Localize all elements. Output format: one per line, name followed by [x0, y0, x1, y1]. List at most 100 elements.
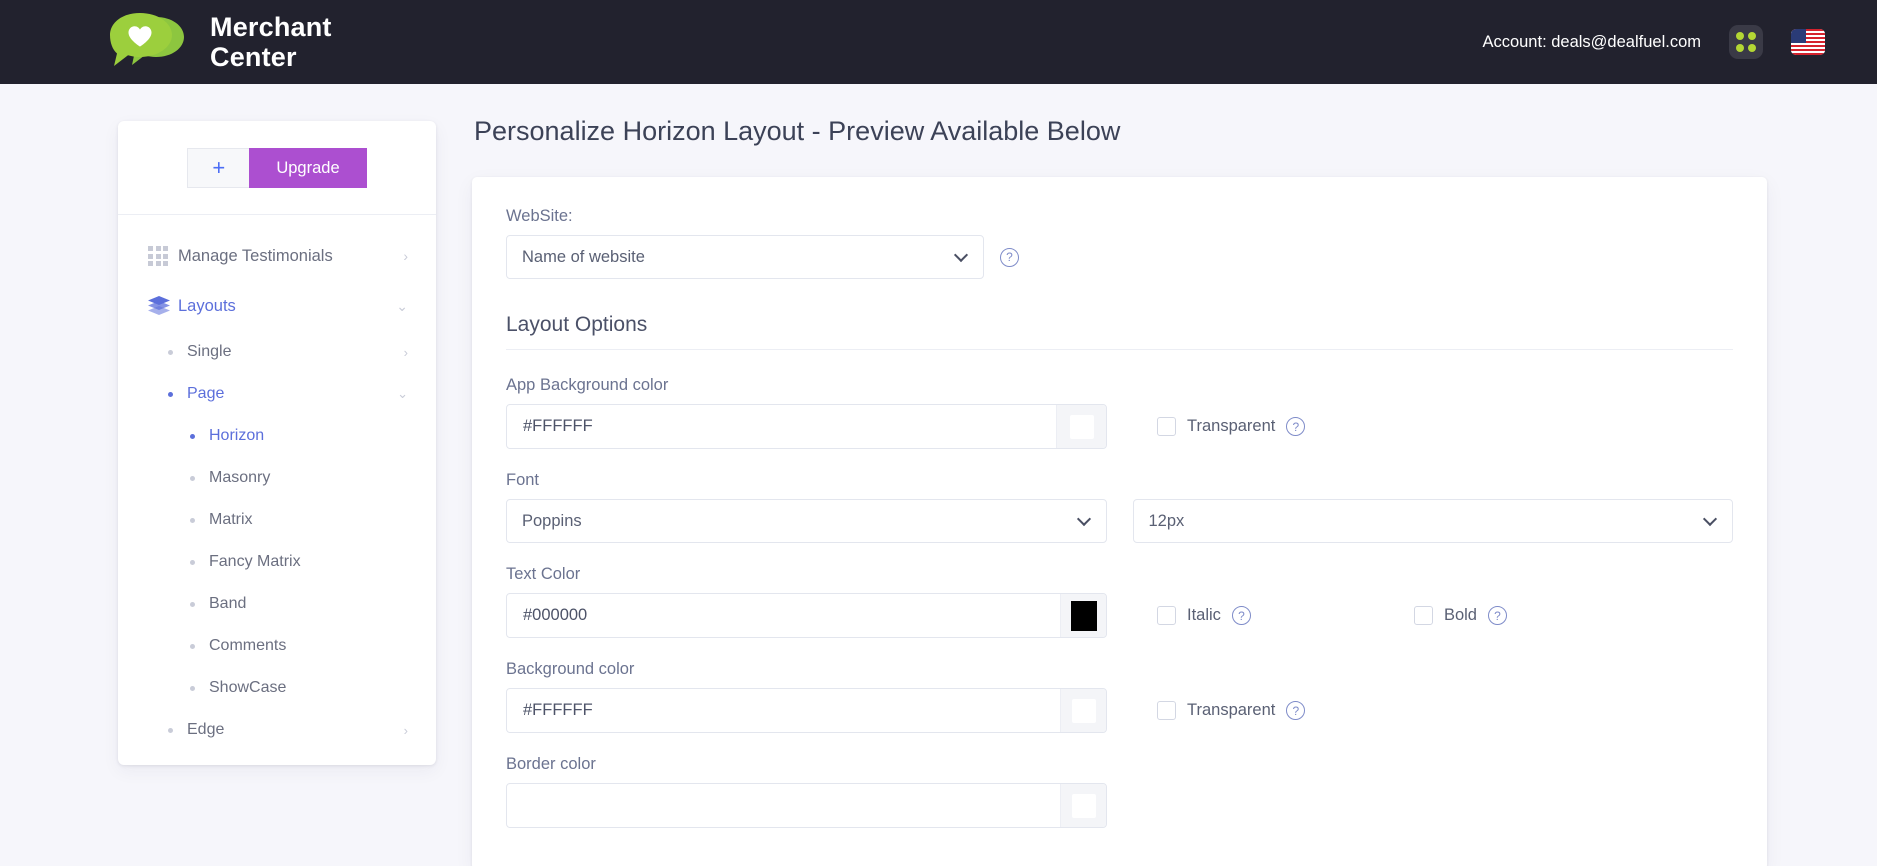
bold-label: Bold	[1443, 606, 1477, 624]
bullet-dot-icon	[168, 391, 173, 397]
sidebar-item-label: Single	[187, 343, 232, 360]
layout-options-heading: Layout Options	[506, 313, 648, 336]
brand-name: Merchant Center	[210, 12, 332, 72]
bullet-dot-icon	[190, 601, 195, 607]
us-flag-icon[interactable]	[1791, 29, 1825, 55]
website-label: WebSite:	[506, 207, 573, 225]
sidebar: + Upgrade Manage Testimonials › Layouts …	[118, 121, 436, 765]
app-background-transparent-checkbox[interactable]	[1157, 417, 1176, 436]
font-size-value: 12px	[1148, 511, 1185, 530]
background-transparent-checkbox[interactable]	[1157, 701, 1176, 720]
sidebar-item-layouts[interactable]: Layouts ⌄	[118, 281, 436, 331]
italic-group: Italic ?	[1157, 606, 1251, 625]
help-icon[interactable]: ?	[1286, 417, 1306, 436]
italic-checkbox[interactable]	[1157, 606, 1176, 625]
bullet-dot-icon	[168, 727, 173, 733]
sidebar-item-manage-testimonials[interactable]: Manage Testimonials ›	[118, 231, 436, 281]
border-color-input[interactable]	[507, 784, 1060, 827]
font-family-select[interactable]: Poppins	[506, 499, 1107, 543]
main-content: Personalize Horizon Layout - Preview Ava…	[472, 116, 1767, 866]
background-color-swatch-button[interactable]	[1060, 689, 1106, 732]
sidebar-item-label: Matrix	[209, 511, 253, 528]
sidebar-item-edge[interactable]: Edge ›	[118, 709, 436, 751]
sidebar-item-label: Layouts	[178, 296, 236, 315]
help-icon[interactable]: ?	[1000, 247, 1019, 267]
background-color-field	[506, 688, 1107, 733]
border-color-label: Border color	[506, 755, 596, 773]
sidebar-item-label: Edge	[187, 721, 225, 738]
chat-bubbles-heart-logo	[110, 13, 192, 71]
bullet-dot-icon	[190, 685, 195, 691]
app-background-color-label: App Background color	[506, 376, 669, 394]
chevron-down-icon: ⌄	[397, 386, 408, 401]
sidebar-item-horizon[interactable]: Horizon	[118, 415, 436, 457]
app-background-color-input[interactable]	[507, 405, 1056, 448]
chevron-right-icon: ›	[403, 722, 408, 738]
app-background-color-group: App Background color Transparent ?	[506, 376, 1733, 449]
sidebar-item-label: Page	[187, 385, 225, 402]
background-color-group: Background color Transparent ?	[506, 660, 1733, 733]
sidebar-item-matrix[interactable]: Matrix	[118, 499, 436, 541]
page-title: Personalize Horizon Layout - Preview Ava…	[474, 116, 1121, 146]
color-swatch	[1071, 793, 1096, 818]
apps-dot	[1736, 32, 1744, 40]
sidebar-item-comments[interactable]: Comments	[118, 625, 436, 667]
app-background-transparent-group: Transparent ?	[1157, 417, 1306, 436]
border-color-group: Border color	[506, 755, 1733, 828]
sidebar-item-label: Band	[209, 595, 247, 612]
brand-logo-group[interactable]: Merchant Center	[110, 12, 332, 72]
border-color-swatch-button[interactable]	[1060, 784, 1106, 827]
apps-dot	[1748, 44, 1756, 52]
text-color-swatch-button[interactable]	[1060, 594, 1106, 637]
italic-label: Italic	[1187, 606, 1221, 624]
website-select-value: Name of website	[522, 247, 645, 266]
page-body: + Upgrade Manage Testimonials › Layouts …	[0, 84, 1877, 866]
sidebar-nav: Manage Testimonials › Layouts ⌄ Single ›…	[118, 215, 436, 757]
sidebar-item-label: Horizon	[209, 427, 265, 444]
bullet-dot-icon	[190, 475, 195, 481]
bold-checkbox[interactable]	[1413, 606, 1433, 625]
account-label: Account: deals@dealfuel.com	[1482, 32, 1701, 51]
bullet-dot-icon	[190, 559, 195, 565]
font-size-select[interactable]: 12px	[1132, 499, 1733, 543]
layers-icon	[148, 296, 178, 316]
text-color-label: Text Color	[506, 565, 581, 583]
grid-apps-icon[interactable]	[1729, 25, 1763, 59]
chevron-right-icon: ›	[403, 344, 408, 360]
text-color-input[interactable]	[507, 594, 1060, 637]
apps-dot	[1748, 32, 1756, 40]
settings-card: WebSite: Name of website ? Layout Option…	[472, 177, 1767, 866]
sidebar-item-band[interactable]: Band	[118, 583, 436, 625]
app-background-transparent-label: Transparent	[1187, 417, 1276, 435]
add-button[interactable]: +	[187, 148, 250, 188]
app-background-color-field	[506, 404, 1107, 449]
help-icon[interactable]: ?	[1286, 701, 1306, 720]
help-icon[interactable]: ?	[1231, 606, 1251, 625]
background-color-input[interactable]	[507, 689, 1060, 732]
app-background-color-swatch-button[interactable]	[1056, 405, 1106, 448]
sidebar-item-fancy-matrix[interactable]: Fancy Matrix	[118, 541, 436, 583]
brand-name-line2: Center	[210, 42, 297, 72]
text-color-group: Text Color Italic ?	[506, 565, 1733, 638]
font-label: Font	[506, 471, 540, 489]
sidebar-item-label: ShowCase	[209, 679, 287, 696]
background-color-label: Background color	[506, 660, 635, 678]
website-field-group: WebSite: Name of website ?	[506, 207, 1733, 279]
background-transparent-label: Transparent	[1187, 701, 1276, 719]
sidebar-item-label: Comments	[209, 637, 287, 654]
sidebar-item-single[interactable]: Single ›	[118, 331, 436, 373]
brand-name-line1: Merchant	[210, 11, 332, 42]
top-header-bar: Merchant Center Account: deals@dealfuel.…	[0, 0, 1877, 84]
header-right-group: Account: deals@dealfuel.com	[1482, 25, 1825, 59]
bullet-dot-icon	[168, 349, 173, 355]
upgrade-button[interactable]: Upgrade	[249, 148, 367, 188]
sidebar-item-masonry[interactable]: Masonry	[118, 457, 436, 499]
sidebar-item-page[interactable]: Page ⌄	[118, 373, 436, 415]
sidebar-item-showcase[interactable]: ShowCase	[118, 667, 436, 709]
website-select[interactable]: Name of website	[506, 235, 984, 279]
background-transparent-group: Transparent ?	[1157, 701, 1306, 720]
font-family-value: Poppins	[522, 511, 582, 530]
chevron-down-icon: ⌄	[396, 297, 408, 314]
help-icon[interactable]: ?	[1487, 606, 1507, 625]
bullet-dot-icon	[190, 643, 195, 649]
